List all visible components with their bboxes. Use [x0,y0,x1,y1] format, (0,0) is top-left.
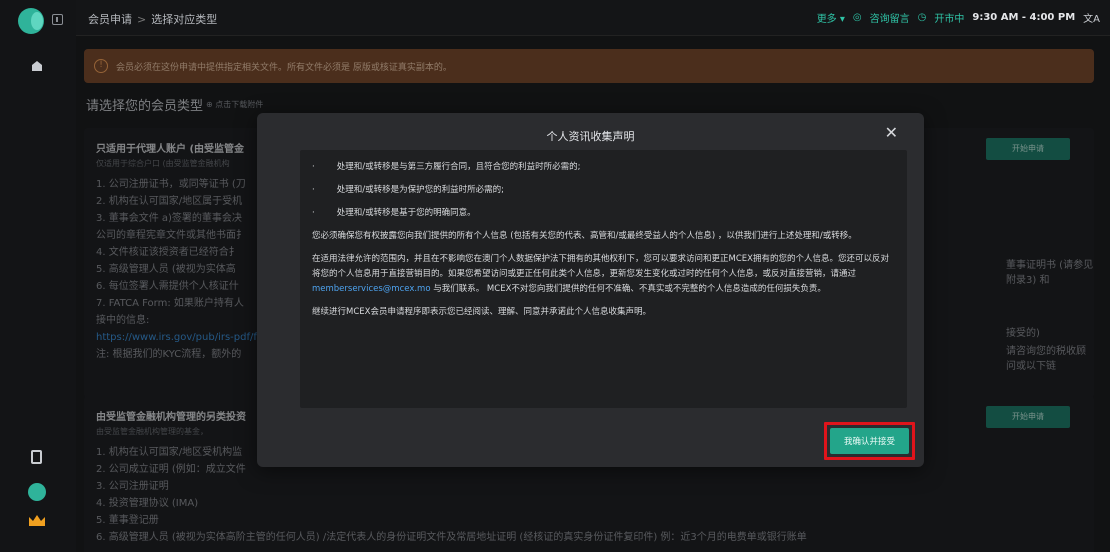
breadcrumb: 会员申请 > 选择对应类型 [88,11,217,27]
crown-icon[interactable] [28,514,46,528]
bullet-dot: · [312,162,315,172]
privacy-statement-modal: 个人资讯收集声明 ✕ · 处理和/或转移是与第三方履行合同，且符合您的利益时所必需… [257,113,924,467]
close-icon[interactable]: ✕ [885,123,898,142]
left-sidebar [0,0,76,552]
bullet-dot: · [312,208,315,218]
bullet-text: 处理和/或转移是为保护您的利益时所必需的; [336,185,504,195]
paragraph-rights-text-b: 与我们联系。 MCEX不对您向我们提供的任何不准确、不真实或不完整的个人信息造成… [433,284,826,294]
clock-icon: ◷ [917,12,927,23]
paragraph-agreement: 继续进行MCEX会员申请程序即表示您已经阅读、理解、同意并承诺此个人信息收集声明… [312,307,651,317]
logo-icon[interactable] [18,8,44,34]
paragraph-rights-text-a: 在适用法律允许的范围内，并且在不影响您在澳门个人数据保护法下拥有的其他权利下，您… [312,254,889,279]
member-services-email-link[interactable]: memberservices@mcex.mo [312,284,431,294]
paragraph-rights: 在适用法律允许的范围内，并且在不影响您在澳门个人数据保护法下拥有的其他权利下，您… [312,252,895,297]
bullet-text: 处理和/或转移是与第三方履行合同，且符合您的利益时所必需的; [336,162,581,172]
bullet-item: · 处理和/或转移是基于您的明确同意。 [312,206,895,221]
headset-icon: ◎ [852,12,862,23]
language-icon[interactable]: 文A [1083,10,1100,25]
consult-link[interactable]: 咨询留言 [870,10,910,25]
confirm-accept-button[interactable]: 我确认并接受 [830,428,909,454]
user-avatar-icon[interactable] [28,483,46,501]
modal-title: 个人资讯收集声明 [546,130,635,143]
accept-button-highlight: 我确认并接受 [824,422,915,460]
collapse-sidebar-icon[interactable] [52,14,63,25]
more-menu[interactable]: 更多 ▾ [817,10,845,25]
bullet-item: · 处理和/或转移是与第三方履行合同，且符合您的利益时所必需的; [312,160,895,175]
modal-body[interactable]: · 处理和/或转移是与第三方履行合同，且符合您的利益时所必需的; · 处理和/或转移… [300,150,907,408]
market-hours: 9:30 AM - 4:00 PM [972,12,1076,23]
breadcrumb-item-membership[interactable]: 会员申请 [88,13,132,26]
home-icon[interactable] [31,60,43,72]
bullet-text: 处理和/或转移是基于您的明确同意。 [336,208,476,218]
breadcrumb-separator: > [137,13,147,26]
bullet-dot: · [312,185,315,195]
top-right-controls: 更多 ▾ ◎ 咨询留言 ◷ 开市中 9:30 AM - 4:00 PM 文A [817,10,1100,25]
bullet-item: · 处理和/或转移是为保护您的利益时所必需的; [312,183,895,198]
top-bar: 会员申请 > 选择对应类型 更多 ▾ ◎ 咨询留言 ◷ 开市中 9:30 AM - … [76,0,1110,36]
paragraph-consent: 您必须确保您有权披露您向我们提供的所有个人信息 (包括有关您的代表、高管和/或最… [312,231,857,241]
document-icon[interactable] [31,450,42,464]
breadcrumb-item-select-type: 选择对应类型 [151,13,218,26]
market-status: 开市中 [934,14,965,25]
